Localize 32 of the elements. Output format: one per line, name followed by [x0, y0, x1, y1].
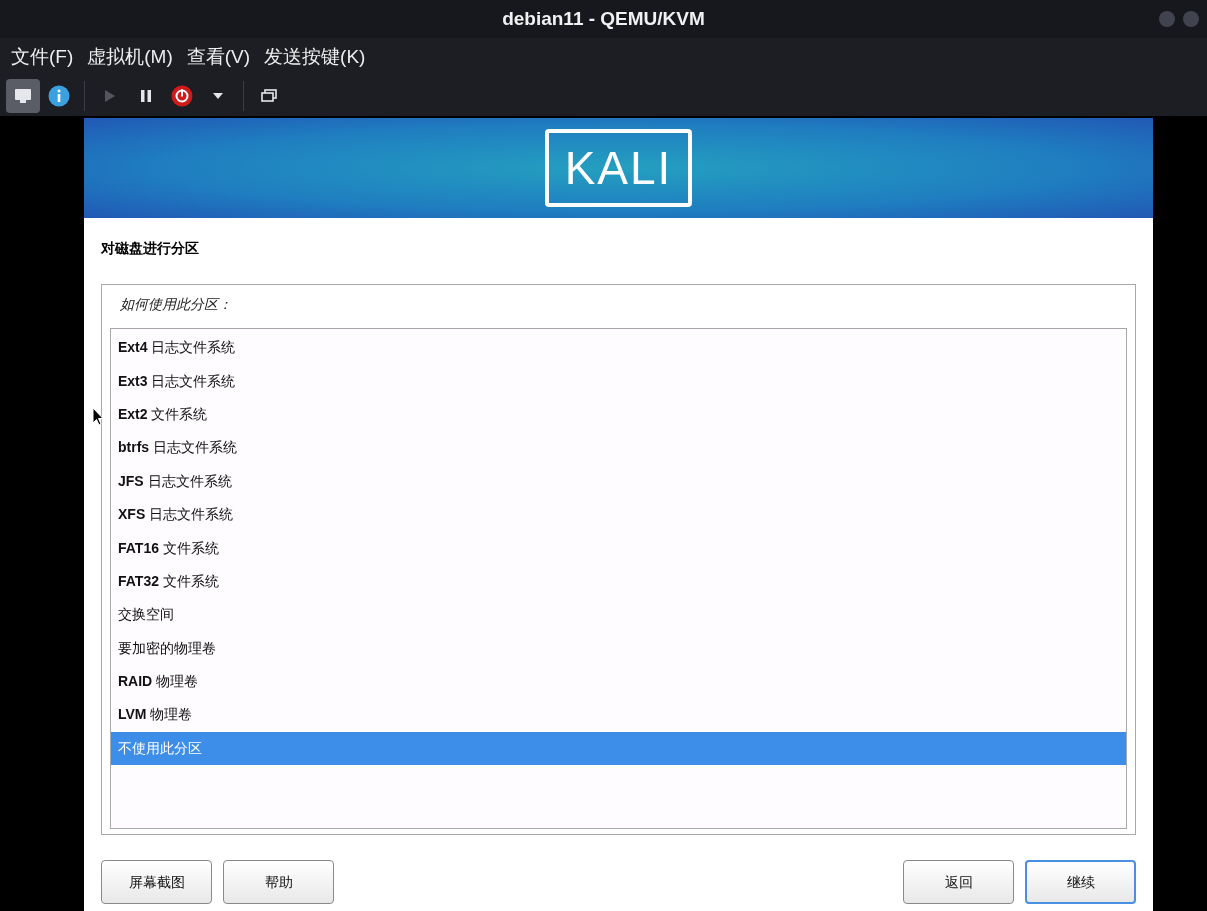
power-icon — [171, 85, 193, 107]
page-heading: 对磁盘进行分区 — [101, 240, 199, 256]
installer-button[interactable]: 返回 — [903, 860, 1014, 904]
caret-icon — [213, 93, 223, 99]
question-label: 如何使用此分区： — [119, 295, 233, 314]
list-option[interactable]: FAT32 文件系统 — [111, 564, 1126, 599]
mouse-cursor-icon — [92, 407, 104, 427]
list-option[interactable]: 交换空间 — [111, 598, 1126, 632]
menu-item[interactable]: 虚拟机(M) — [80, 42, 180, 72]
kali-logo: KALI — [544, 129, 693, 207]
list-option[interactable]: JFS 日志文件系统 — [111, 464, 1126, 498]
list-option[interactable]: FAT16 文件系统 — [111, 531, 1126, 565]
list-option[interactable]: XFS 日志文件系统 — [111, 497, 1126, 532]
list-option[interactable]: 要加密的物理卷 — [111, 631, 1126, 665]
list-option[interactable]: RAID 物理卷 — [111, 664, 1126, 699]
list-option[interactable]: btrfs 日志文件系统 — [111, 431, 1126, 465]
list-option[interactable]: Ext2 文件系统 — [111, 397, 1126, 432]
installer-button[interactable]: 继续 — [1025, 860, 1136, 904]
menu-item[interactable]: 文件(F) — [4, 42, 81, 72]
list-option[interactable]: Ext3 日志文件系统 — [111, 364, 1126, 398]
windows-icon — [261, 89, 277, 103]
installer-button[interactable]: 屏幕截图 — [101, 860, 212, 904]
window-title: debian11 - QEMU/KVM — [502, 6, 705, 31]
list-option[interactable]: LVM 物理卷 — [111, 698, 1126, 732]
info-icon — [48, 85, 70, 107]
monitor-icon — [14, 88, 32, 104]
menu-item[interactable]: 发送按键(K) — [257, 42, 373, 72]
play-icon — [104, 89, 116, 103]
list-option[interactable]: Ext4 日志文件系统 — [111, 331, 1126, 365]
menu-item[interactable]: 查看(V) — [179, 42, 258, 72]
pause-icon — [140, 89, 152, 103]
installer-button[interactable]: 帮助 — [223, 860, 334, 904]
